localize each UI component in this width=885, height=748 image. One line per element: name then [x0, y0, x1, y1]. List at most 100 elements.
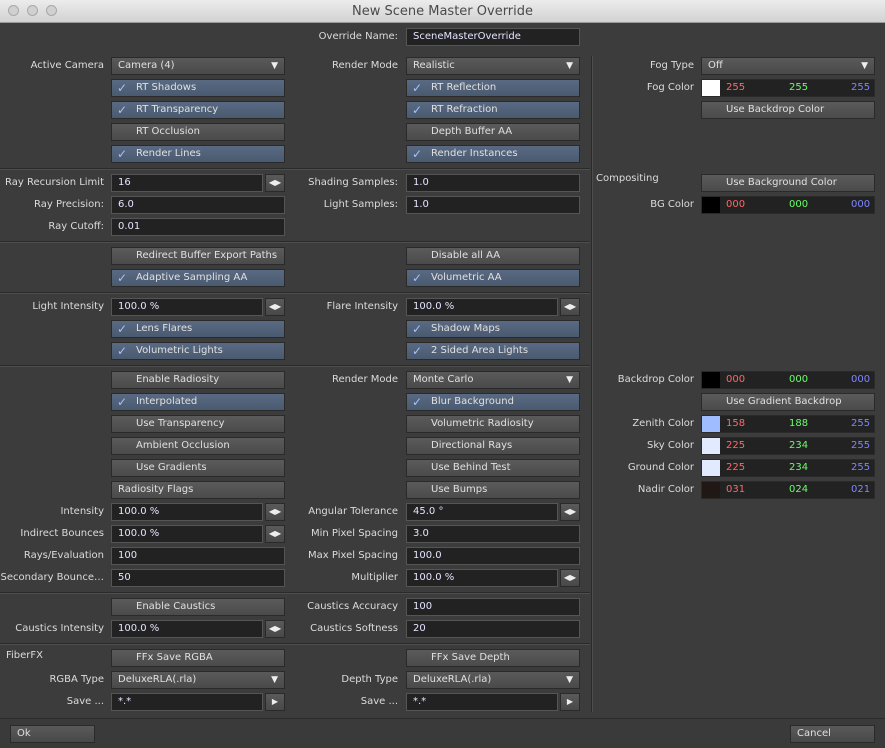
enable-caustics-checkbox[interactable]: Enable Caustics [111, 598, 285, 616]
radiosity-flags-button[interactable]: Radiosity Flags [111, 481, 285, 499]
ground-color-picker[interactable]: 225 234 255 [701, 459, 875, 477]
shadow-maps-checkbox[interactable]: ✓ Shadow Maps [406, 320, 580, 338]
ground-color-red[interactable]: 225 [726, 460, 745, 476]
save-rgba-play-icon[interactable]: ▶ [265, 693, 285, 711]
ray-recursion-field[interactable]: 16 [111, 174, 263, 192]
use-gradients-checkbox[interactable]: Use Gradients [111, 459, 285, 477]
ffx-save-rgba-checkbox[interactable]: FFx Save RGBA [111, 649, 285, 667]
bg-color-red[interactable]: 000 [726, 197, 745, 213]
fog-color-picker[interactable]: 255 255 255 [701, 79, 875, 97]
redirect-buffer-checkbox[interactable]: Redirect Buffer Export Paths [111, 247, 285, 265]
rt-transparency-checkbox[interactable]: ✓ RT Transparency [111, 101, 285, 119]
ray-recursion-slider-icon[interactable]: ◀▶ [265, 174, 285, 192]
angular-tolerance-slider-icon[interactable]: ◀▶ [560, 503, 580, 521]
zenith-color-green[interactable]: 188 [789, 416, 808, 432]
save-depth-field[interactable]: *.* [406, 693, 558, 711]
rt-shadows-checkbox[interactable]: ✓ RT Shadows [111, 79, 285, 97]
render-instances-checkbox[interactable]: ✓ Render Instances [406, 145, 580, 163]
nadir-color-green[interactable]: 024 [789, 482, 808, 498]
radiosity-render-mode-dropdown[interactable]: Monte Carlo ▼ [406, 371, 580, 389]
ground-color-swatch[interactable] [702, 460, 720, 476]
sky-color-green[interactable]: 234 [789, 438, 808, 454]
zenith-color-blue[interactable]: 255 [851, 416, 870, 432]
sky-color-picker[interactable]: 225 234 255 [701, 437, 875, 455]
volumetric-lights-checkbox[interactable]: ✓ Volumetric Lights [111, 342, 285, 360]
sky-color-red[interactable]: 225 [726, 438, 745, 454]
fog-color-red[interactable]: 255 [726, 80, 745, 96]
save-depth-play-icon[interactable]: ▶ [560, 693, 580, 711]
bg-color-picker[interactable]: 000 000 000 [701, 196, 875, 214]
blur-background-checkbox[interactable]: ✓ Blur Background [406, 393, 580, 411]
interpolated-checkbox[interactable]: ✓ Interpolated [111, 393, 285, 411]
angular-tolerance-field[interactable]: 45.0 ° [406, 503, 558, 521]
backdrop-color-swatch[interactable] [702, 372, 720, 388]
indirect-bounces-slider-icon[interactable]: ◀▶ [265, 525, 285, 543]
max-pixel-spacing-field[interactable]: 100.0 [406, 547, 580, 565]
ground-color-blue[interactable]: 255 [851, 460, 870, 476]
bg-color-blue[interactable]: 000 [851, 197, 870, 213]
radiosity-intensity-field[interactable]: 100.0 % [111, 503, 263, 521]
use-bumps-checkbox[interactable]: Use Bumps [406, 481, 580, 499]
lens-flares-checkbox[interactable]: ✓ Lens Flares [111, 320, 285, 338]
override-name-field[interactable]: SceneMasterOverride [406, 28, 580, 46]
zenith-color-red[interactable]: 158 [726, 416, 745, 432]
caustics-intensity-field[interactable]: 100.0 % [111, 620, 263, 638]
radiosity-intensity-slider-icon[interactable]: ◀▶ [265, 503, 285, 521]
rt-refraction-checkbox[interactable]: ✓ RT Refraction [406, 101, 580, 119]
multiplier-slider-icon[interactable]: ◀▶ [560, 569, 580, 587]
active-camera-dropdown[interactable]: Camera (4) ▼ [111, 57, 285, 75]
rays-evaluation-field[interactable]: 100 [111, 547, 285, 565]
ambient-occlusion-checkbox[interactable]: Ambient Occlusion [111, 437, 285, 455]
use-behind-test-checkbox[interactable]: Use Behind Test [406, 459, 580, 477]
rt-reflection-checkbox[interactable]: ✓ RT Reflection [406, 79, 580, 97]
sky-color-blue[interactable]: 255 [851, 438, 870, 454]
directional-rays-checkbox[interactable]: Directional Rays [406, 437, 580, 455]
enable-radiosity-checkbox[interactable]: Enable Radiosity [111, 371, 285, 389]
backdrop-color-green[interactable]: 000 [789, 372, 808, 388]
use-transparency-checkbox[interactable]: Use Transparency [111, 415, 285, 433]
ray-cutoff-field[interactable]: 0.01 [111, 218, 285, 236]
nadir-color-red[interactable]: 031 [726, 482, 745, 498]
render-lines-checkbox[interactable]: ✓ Render Lines [111, 145, 285, 163]
ray-precision-field[interactable]: 6.0 [111, 196, 285, 214]
cancel-button[interactable]: Cancel [790, 725, 875, 743]
fog-color-blue[interactable]: 255 [851, 80, 870, 96]
flare-intensity-slider-icon[interactable]: ◀▶ [560, 298, 580, 316]
multiplier-field[interactable]: 100.0 % [406, 569, 558, 587]
zenith-color-swatch[interactable] [702, 416, 720, 432]
fog-color-green[interactable]: 255 [789, 80, 808, 96]
use-backdrop-color-checkbox[interactable]: Use Backdrop Color [701, 101, 875, 119]
ground-color-green[interactable]: 234 [789, 460, 808, 476]
min-pixel-spacing-field[interactable]: 3.0 [406, 525, 580, 543]
indirect-bounces-field[interactable]: 100.0 % [111, 525, 263, 543]
sky-color-swatch[interactable] [702, 438, 720, 454]
disable-aa-checkbox[interactable]: Disable all AA [406, 247, 580, 265]
fog-type-dropdown[interactable]: Off ▼ [701, 57, 875, 75]
caustics-accuracy-field[interactable]: 100 [406, 598, 580, 616]
render-mode-dropdown[interactable]: Realistic ▼ [406, 57, 580, 75]
depth-type-dropdown[interactable]: DeluxeRLA(.rla) ▼ [406, 671, 580, 689]
flare-intensity-field[interactable]: 100.0 % [406, 298, 558, 316]
ffx-save-depth-checkbox[interactable]: FFx Save Depth [406, 649, 580, 667]
caustics-softness-field[interactable]: 20 [406, 620, 580, 638]
nadir-color-blue[interactable]: 021 [851, 482, 870, 498]
use-background-color-checkbox[interactable]: Use Background Color [701, 174, 875, 192]
bg-color-swatch[interactable] [702, 197, 720, 213]
backdrop-color-red[interactable]: 000 [726, 372, 745, 388]
two-sided-area-lights-checkbox[interactable]: ✓ 2 Sided Area Lights [406, 342, 580, 360]
adaptive-sampling-checkbox[interactable]: ✓ Adaptive Sampling AA [111, 269, 285, 287]
rgba-type-dropdown[interactable]: DeluxeRLA(.rla) ▼ [111, 671, 285, 689]
depth-buffer-aa-checkbox[interactable]: Depth Buffer AA [406, 123, 580, 141]
backdrop-color-blue[interactable]: 000 [851, 372, 870, 388]
shading-samples-field[interactable]: 1.0 [406, 174, 580, 192]
caustics-intensity-slider-icon[interactable]: ◀▶ [265, 620, 285, 638]
fog-color-swatch[interactable] [702, 80, 720, 96]
use-gradient-backdrop-checkbox[interactable]: Use Gradient Backdrop [701, 393, 875, 411]
volumetric-aa-checkbox[interactable]: ✓ Volumetric AA [406, 269, 580, 287]
nadir-color-picker[interactable]: 031 024 021 [701, 481, 875, 499]
light-intensity-field[interactable]: 100.0 % [111, 298, 263, 316]
light-samples-field[interactable]: 1.0 [406, 196, 580, 214]
light-intensity-slider-icon[interactable]: ◀▶ [265, 298, 285, 316]
volumetric-radiosity-checkbox[interactable]: Volumetric Radiosity [406, 415, 580, 433]
nadir-color-swatch[interactable] [702, 482, 720, 498]
